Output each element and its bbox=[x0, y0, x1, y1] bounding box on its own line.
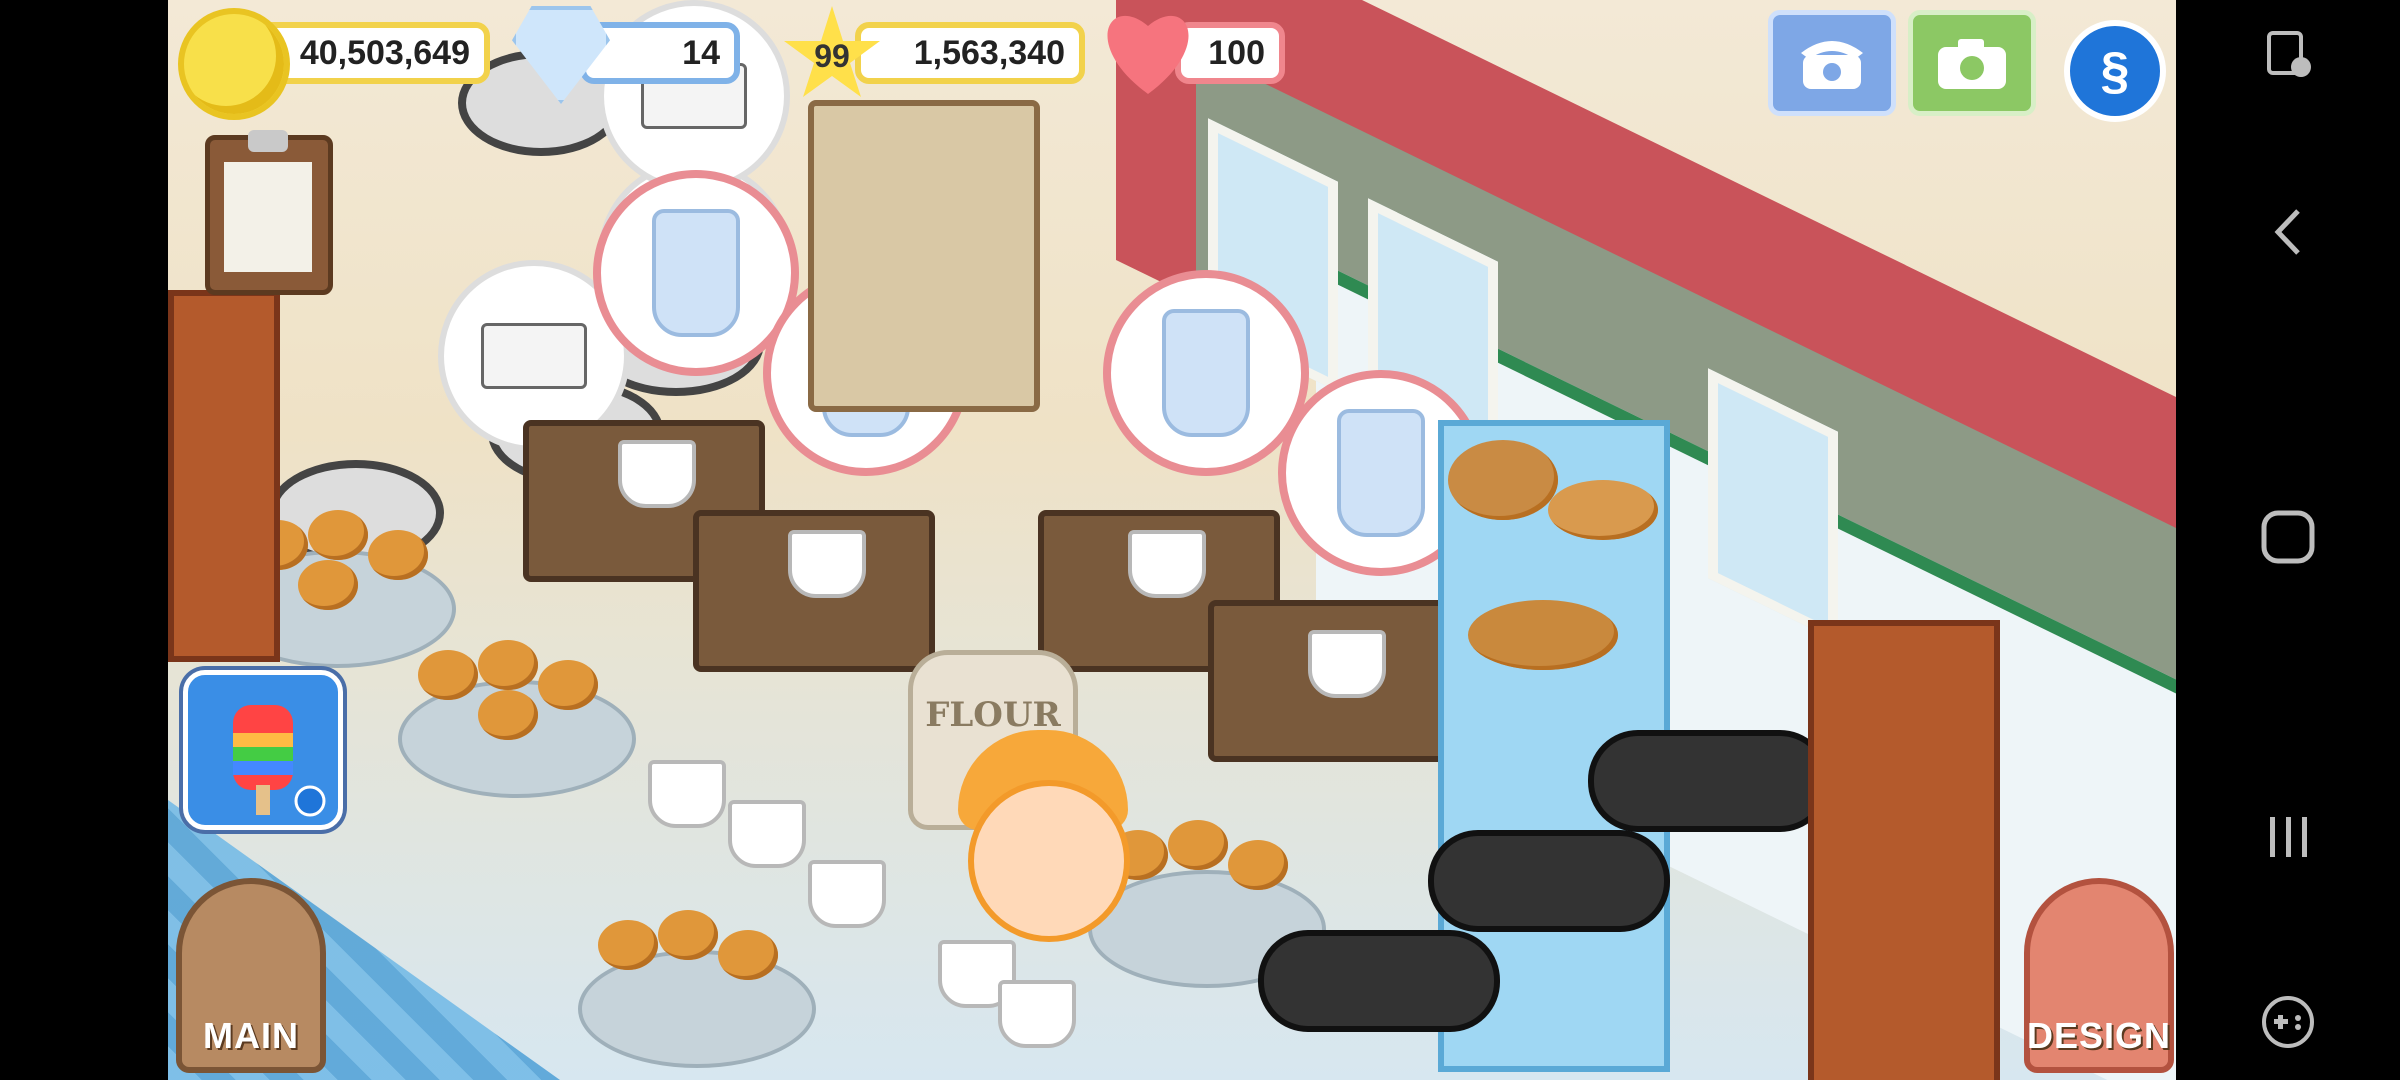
cookie bbox=[538, 660, 598, 710]
cookie bbox=[1168, 820, 1228, 870]
main-button[interactable]: MAIN bbox=[176, 878, 326, 1073]
bread-loaf bbox=[1448, 440, 1558, 520]
tea-cup bbox=[808, 860, 886, 928]
clipboard-button[interactable] bbox=[205, 130, 333, 295]
level-number: 99 bbox=[814, 37, 850, 74]
system-navigation-bar bbox=[2176, 0, 2400, 1080]
cookie-plate[interactable] bbox=[578, 950, 816, 1068]
cookie bbox=[478, 690, 538, 740]
clipboard-clip bbox=[248, 130, 288, 152]
cookie bbox=[298, 560, 358, 610]
water-jug-bubble[interactable] bbox=[1103, 270, 1309, 476]
back-icon[interactable] bbox=[2256, 200, 2320, 264]
design-button[interactable]: DESIGN bbox=[2024, 878, 2174, 1073]
coffee-cup bbox=[1128, 530, 1206, 598]
coffee-cup bbox=[1308, 630, 1386, 698]
coin-icon bbox=[178, 8, 290, 120]
candy-shelf[interactable] bbox=[808, 100, 1040, 412]
hearts-counter[interactable]: 100 bbox=[1175, 22, 1285, 84]
cookie bbox=[1228, 840, 1288, 890]
coffee-cup bbox=[618, 440, 696, 508]
wooden-pillar bbox=[168, 290, 280, 662]
cookie bbox=[418, 650, 478, 700]
bread-rolls bbox=[1468, 600, 1618, 670]
camera-icon bbox=[1938, 39, 2006, 89]
tea-cup bbox=[998, 980, 1076, 1048]
phone-button[interactable] bbox=[1768, 10, 1896, 116]
wooden-pillar bbox=[1808, 620, 2000, 1080]
tea-cup bbox=[648, 760, 726, 828]
clipboard-icon bbox=[224, 162, 312, 272]
coffee-cup bbox=[788, 530, 866, 598]
bar-stool[interactable] bbox=[1428, 830, 1670, 932]
bar-stool[interactable] bbox=[1588, 730, 1830, 832]
cookie bbox=[598, 920, 658, 970]
tea-cup bbox=[728, 800, 806, 868]
cookie bbox=[368, 530, 428, 580]
cookie bbox=[308, 510, 368, 560]
bar-stool[interactable] bbox=[1258, 930, 1500, 1032]
recents-icon[interactable] bbox=[2256, 805, 2320, 869]
phone-icon bbox=[1801, 41, 1863, 89]
jug-icon bbox=[652, 209, 740, 337]
xp-counter[interactable]: 1,563,340 bbox=[855, 22, 1085, 84]
baguette bbox=[1548, 480, 1658, 540]
jug-icon bbox=[1162, 309, 1250, 437]
s-logo-button[interactable]: § bbox=[2064, 20, 2166, 122]
cookie bbox=[718, 930, 778, 980]
screen-rotate-lock-icon[interactable] bbox=[2256, 22, 2320, 86]
design-button-label: DESIGN bbox=[2026, 1015, 2172, 1056]
cookie bbox=[478, 640, 538, 690]
game-controller-icon[interactable] bbox=[2256, 990, 2320, 1054]
game-ad-button[interactable] bbox=[183, 670, 343, 830]
camera-button[interactable] bbox=[1908, 10, 2036, 116]
main-button-label: MAIN bbox=[203, 1015, 299, 1056]
home-icon[interactable] bbox=[2256, 505, 2320, 569]
chef-character[interactable] bbox=[968, 780, 1130, 942]
s-logo-icon: § bbox=[2100, 42, 2130, 100]
jug-icon bbox=[1337, 409, 1425, 537]
book-icon bbox=[481, 323, 587, 389]
popsicle-icon bbox=[233, 705, 326, 817]
cookie bbox=[658, 910, 718, 960]
bakery-scene[interactable]: FLOUR bbox=[168, 0, 2176, 1080]
